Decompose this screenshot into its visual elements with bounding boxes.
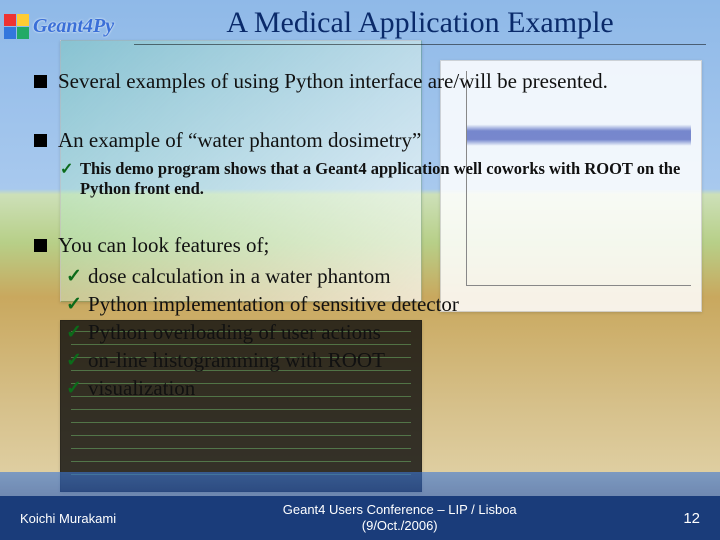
slide-content: Several examples of using Python interfa…: [0, 45, 720, 401]
footer-center: Geant4 Users Conference – LIP / Lisboa (…: [283, 502, 517, 535]
bullet-1: Several examples of using Python interfa…: [34, 69, 686, 94]
bullet-2: An example of “water phantom dosimetry”: [34, 128, 686, 153]
feature-item: Python overloading of user actions: [66, 320, 686, 345]
feature-item: dose calculation in a water phantom: [66, 264, 686, 289]
footer-author: Koichi Murakami: [20, 511, 116, 526]
feature-item: Python implementation of sensitive detec…: [66, 292, 686, 317]
feature-item: on-line histogramming with ROOT: [66, 348, 686, 373]
logo-squares-icon: [4, 14, 29, 39]
logo-text: Geant4Py: [33, 15, 114, 38]
footer-page-number: 12: [683, 510, 700, 527]
footer-date: (9/Oct./2006): [283, 518, 517, 534]
features-list: dose calculation in a water phantom Pyth…: [66, 264, 686, 401]
bullet-2-sub: This demo program shows that a Geant4 ap…: [34, 159, 686, 199]
bullet-3: You can look features of;: [34, 233, 686, 258]
bg-taskbar: [0, 472, 720, 496]
logo: Geant4Py: [4, 6, 114, 39]
feature-item: visualization: [66, 376, 686, 401]
slide-title: A Medical Application Example: [134, 6, 706, 45]
title-bar: Geant4Py A Medical Application Example: [0, 0, 720, 45]
footer: Koichi Murakami Geant4 Users Conference …: [0, 496, 720, 540]
footer-conference: Geant4 Users Conference – LIP / Lisboa: [283, 502, 517, 518]
